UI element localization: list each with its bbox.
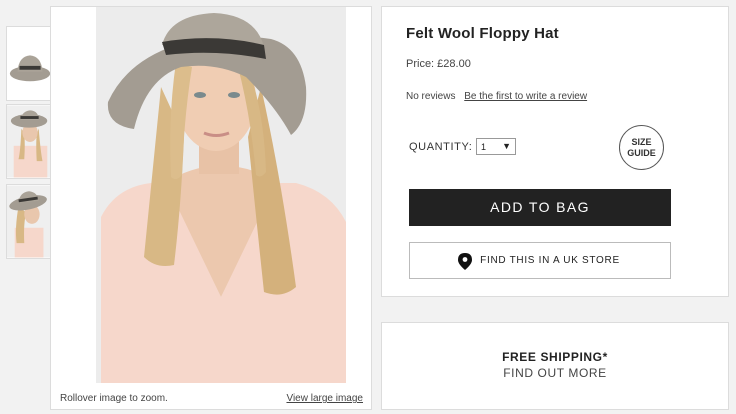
- location-pin-icon: [458, 253, 472, 270]
- view-large-image-link[interactable]: View large image: [286, 393, 363, 404]
- model-front-thumbnail-image: [7, 105, 54, 178]
- hat-thumbnail-image: [7, 27, 54, 100]
- product-details-panel: Felt Wool Floppy Hat Price: £28.00 No re…: [381, 6, 729, 297]
- dropdown-arrow-icon: ▼: [502, 141, 511, 151]
- model-wearing-hat-image: [96, 7, 346, 383]
- reviews-row: No reviews Be the first to write a revie…: [406, 91, 587, 102]
- free-shipping-banner[interactable]: FREE SHIPPING* FIND OUT MORE: [381, 322, 729, 410]
- main-product-image[interactable]: [96, 7, 346, 383]
- product-page: Rollover image to zoom. View large image…: [0, 0, 736, 414]
- product-title: Felt Wool Floppy Hat: [406, 25, 559, 42]
- product-price: Price: £28.00: [406, 58, 471, 70]
- quantity-value: 1: [481, 142, 487, 152]
- size-guide-line1: SIZE: [631, 137, 652, 147]
- reviews-count: No reviews: [406, 91, 456, 102]
- model-side-thumbnail-image: [7, 185, 54, 258]
- thumbnail-hat[interactable]: [6, 26, 55, 101]
- find-in-store-button[interactable]: FIND THIS IN A UK STORE: [409, 242, 671, 279]
- find-out-more-link[interactable]: FIND OUT MORE: [382, 366, 728, 380]
- size-guide-line2: GUIDE: [627, 148, 656, 158]
- write-review-link[interactable]: Be the first to write a review: [464, 91, 587, 102]
- quantity-select[interactable]: 1 ▼: [476, 138, 516, 155]
- add-to-bag-button[interactable]: ADD TO BAG: [409, 189, 671, 226]
- main-image-panel: Rollover image to zoom. View large image: [50, 6, 372, 410]
- thumbnail-model-front[interactable]: [6, 104, 55, 179]
- size-guide-button[interactable]: SIZE GUIDE: [619, 125, 664, 170]
- free-shipping-title: FREE SHIPPING*: [502, 350, 608, 364]
- quantity-label: QUANTITY:: [409, 141, 473, 153]
- find-store-label: FIND THIS IN A UK STORE: [480, 255, 620, 266]
- thumbnail-model-side[interactable]: [6, 184, 55, 259]
- rollover-zoom-hint: Rollover image to zoom.: [60, 393, 168, 404]
